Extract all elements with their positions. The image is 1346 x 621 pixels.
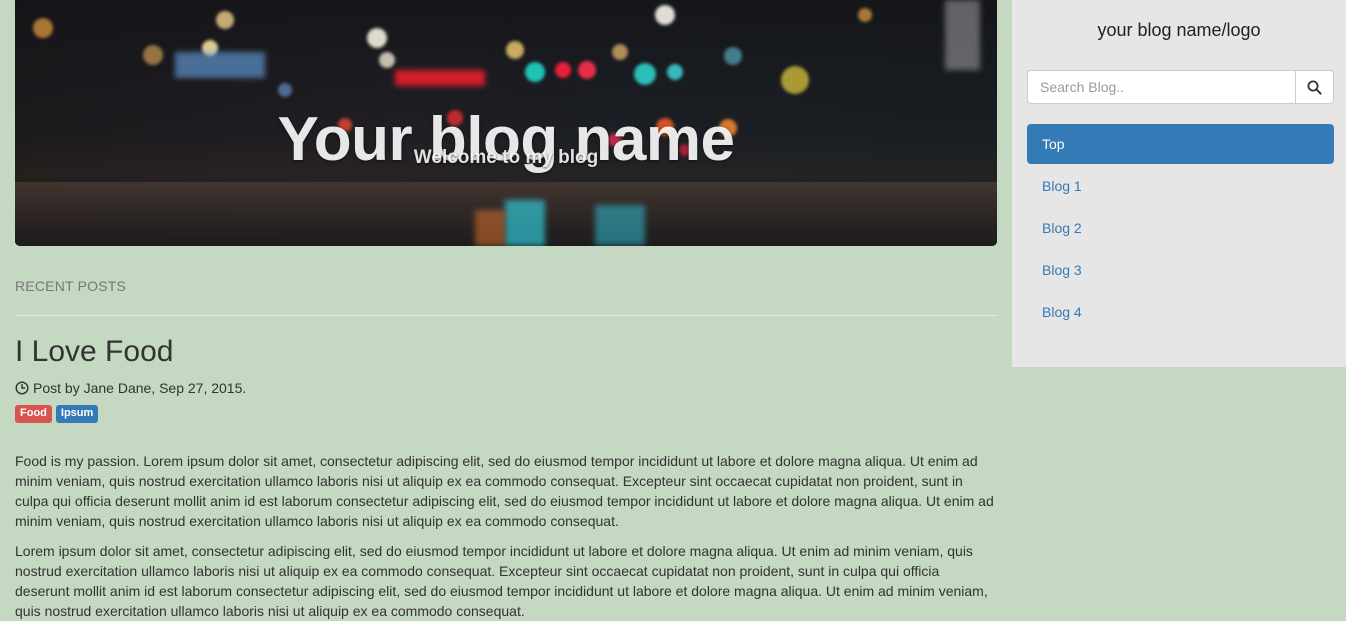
recent-posts-heading: RECENT POSTS (15, 278, 127, 294)
search-input[interactable] (1027, 70, 1295, 104)
post-paragraph: Lorem ipsum dolor sit amet, consectetur … (15, 543, 988, 619)
light-streak (175, 52, 265, 78)
bokeh-light (578, 61, 596, 79)
bokeh-light (367, 28, 387, 48)
sidebar-nav: Top Blog 1 Blog 2 Blog 3 Blog 4 (1027, 124, 1334, 334)
post-title: I Love Food (15, 335, 174, 368)
nav-item-top[interactable]: Top (1027, 124, 1334, 164)
post-meta: Post by Jane Dane, Sep 27, 2015. (15, 379, 246, 397)
tag-food[interactable]: Food (15, 405, 52, 423)
section-divider (15, 315, 997, 316)
search-button[interactable] (1295, 70, 1334, 104)
nav-item-blog-2[interactable]: Blog 2 (1027, 208, 1334, 248)
bokeh-light (667, 64, 683, 80)
light-streak (475, 210, 505, 246)
light-streak (505, 200, 545, 246)
bokeh-light (33, 18, 53, 38)
light-streak (945, 0, 980, 70)
bokeh-light (143, 45, 163, 65)
nav-item-blog-3[interactable]: Blog 3 (1027, 250, 1334, 290)
light-streak (395, 70, 485, 86)
blog-logo[interactable]: your blog name/logo (1012, 19, 1346, 41)
bokeh-light (781, 66, 809, 94)
clock-icon (15, 381, 29, 395)
nav-item-blog-1[interactable]: Blog 1 (1027, 166, 1334, 206)
hero-subtitle: Welcome to my blog (413, 147, 599, 168)
search-icon (1307, 80, 1322, 95)
bokeh-light (724, 47, 742, 65)
post-tags: Food Ipsum (15, 405, 99, 423)
bokeh-light (216, 11, 234, 29)
bokeh-light (506, 41, 524, 59)
nav-item-blog-4[interactable]: Blog 4 (1027, 292, 1334, 332)
tag-ipsum[interactable]: Ipsum (55, 405, 99, 423)
sidebar: your blog name/logo Top Blog 1 Blog 2 Bl… (1012, 0, 1346, 367)
bokeh-light (379, 52, 395, 68)
post-paragraph: Food is my passion. Lorem ipsum dolor si… (15, 453, 994, 529)
bokeh-light (655, 5, 675, 25)
search-group (1027, 70, 1334, 104)
bokeh-light (634, 63, 656, 85)
bokeh-light (278, 83, 292, 97)
bokeh-light (555, 62, 571, 78)
bokeh-light (525, 62, 545, 82)
bokeh-light (612, 44, 628, 60)
bokeh-light (858, 8, 872, 22)
post-meta-text: Post by Jane Dane, Sep 27, 2015. (33, 380, 247, 396)
light-streak (595, 205, 645, 245)
page: Your blog name Welcome to my blog RECENT… (0, 0, 1346, 621)
hero-banner: Your blog name Welcome to my blog (15, 0, 997, 246)
